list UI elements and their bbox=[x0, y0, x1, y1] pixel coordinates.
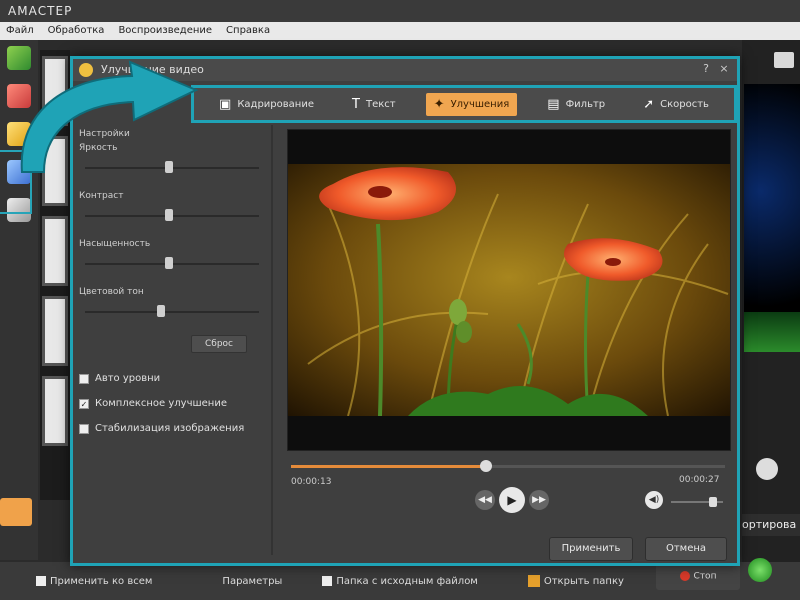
volume-knob[interactable] bbox=[708, 497, 717, 507]
params-button[interactable]: Параметры bbox=[222, 576, 282, 587]
open-folder-button[interactable]: Открыть папку bbox=[527, 575, 624, 587]
effects-icon bbox=[7, 46, 31, 70]
film-icon: ▤ bbox=[547, 96, 560, 112]
poppy-image bbox=[288, 164, 730, 416]
prev-frame-icon[interactable]: ◀◀ bbox=[475, 490, 495, 510]
video-preview bbox=[287, 129, 731, 451]
tool-text[interactable] bbox=[1, 84, 37, 108]
volume-slider[interactable] bbox=[671, 497, 723, 507]
cancel-button[interactable]: Отмена bbox=[645, 537, 727, 561]
playback-timeline[interactable] bbox=[291, 459, 725, 473]
saturation-slider[interactable] bbox=[79, 253, 269, 275]
slider-knob[interactable] bbox=[157, 305, 165, 317]
left-toolbar bbox=[0, 40, 38, 560]
apply-button[interactable]: Применить bbox=[549, 537, 633, 561]
slider-track bbox=[85, 311, 259, 313]
filmstrip-frame[interactable] bbox=[42, 136, 68, 206]
tool-highlight-frame bbox=[0, 150, 32, 214]
next-frame-icon[interactable]: ▶▶ bbox=[529, 490, 549, 510]
current-time: 00:00:13 bbox=[291, 477, 332, 487]
filmstrip bbox=[40, 50, 70, 500]
brightness-label: Яркость bbox=[79, 143, 118, 153]
timeline-knob[interactable] bbox=[480, 460, 493, 472]
stop-button[interactable]: Стоп bbox=[656, 562, 740, 590]
video-frame-poppies bbox=[288, 164, 730, 416]
menu-edit[interactable]: Обработка bbox=[48, 25, 105, 37]
checkbox-icon[interactable] bbox=[79, 423, 89, 434]
brightness-slider[interactable] bbox=[79, 157, 269, 179]
dialog-title: Улучшение видео bbox=[101, 63, 204, 76]
magic-wand-icon: ✦ bbox=[433, 96, 445, 112]
slider-knob[interactable] bbox=[165, 161, 173, 173]
app-titlebar: АМАСТЕР bbox=[0, 0, 800, 22]
close-icon[interactable]: × bbox=[717, 62, 731, 76]
checkbox-icon[interactable]: ✓ bbox=[79, 398, 89, 409]
checkbox-icon bbox=[36, 575, 46, 586]
app-title: АМАСТЕР bbox=[8, 4, 73, 18]
tab-speed[interactable]: ➚ Скорость bbox=[635, 93, 717, 116]
player-controls: ◀◀ ▶ ▶▶ bbox=[475, 487, 549, 513]
left-orange-button[interactable] bbox=[0, 498, 32, 526]
dialog-tabs: ▣ Кадрирование T Текст ✦ Улучшения ▤ Фил… bbox=[191, 85, 737, 123]
main-volume-icon[interactable] bbox=[756, 458, 778, 480]
hue-slider[interactable] bbox=[79, 301, 269, 323]
filmstrip-frame[interactable] bbox=[42, 216, 68, 286]
source-folder-option[interactable]: Папка с исходным файлом bbox=[322, 575, 478, 587]
text-icon: T bbox=[352, 96, 360, 112]
monitor-icon[interactable] bbox=[774, 52, 794, 68]
stabilize-option[interactable]: Стабилизация изображения bbox=[79, 423, 269, 434]
complex-enhance-option[interactable]: ✓ Комплексное улучшение bbox=[79, 398, 269, 409]
checkbox-icon[interactable] bbox=[79, 373, 89, 384]
auto-levels-option[interactable]: Авто уровни bbox=[79, 373, 269, 384]
menu-file[interactable]: Файл bbox=[6, 25, 34, 37]
volume-icon[interactable]: ◀) bbox=[645, 491, 663, 509]
record-icon bbox=[679, 571, 690, 581]
dialog-titlebar: Улучшение видео ? × bbox=[73, 59, 737, 81]
total-time: 00:00:27 bbox=[679, 475, 720, 485]
runner-icon: ➚ bbox=[643, 96, 655, 112]
contrast-label: Контраст bbox=[79, 191, 124, 201]
contrast-slider[interactable] bbox=[79, 205, 269, 227]
filmstrip-frame[interactable] bbox=[42, 296, 68, 366]
tab-filter[interactable]: ▤ Фильтр bbox=[539, 93, 613, 116]
right-panel-label: ортирова bbox=[742, 514, 800, 536]
help-icon[interactable]: ? bbox=[699, 62, 713, 76]
filmstrip-frame[interactable] bbox=[42, 56, 68, 126]
play-icon[interactable]: ▶ bbox=[499, 487, 525, 513]
tool-effects[interactable] bbox=[1, 46, 37, 70]
settings-heading: Настройки bbox=[79, 129, 130, 139]
tab-enhance[interactable]: ✦ Улучшения bbox=[425, 92, 518, 116]
hue-label: Цветовой тон bbox=[79, 287, 144, 297]
app-logo-icon bbox=[79, 63, 93, 77]
folder-icon bbox=[527, 575, 540, 587]
tab-crop[interactable]: ▣ Кадрирование bbox=[211, 93, 322, 116]
main-preview bbox=[744, 84, 800, 352]
enhance-icon bbox=[7, 122, 31, 146]
filmstrip-frame[interactable] bbox=[42, 376, 68, 446]
tab-text[interactable]: T Текст bbox=[344, 93, 404, 116]
panel-divider bbox=[271, 125, 273, 555]
text-tool-icon bbox=[7, 84, 31, 108]
apply-to-all-option[interactable]: Применить ко всем bbox=[36, 575, 152, 587]
convert-icon[interactable] bbox=[748, 558, 772, 582]
crop-icon: ▣ bbox=[219, 96, 232, 112]
saturation-label: Насыщенность bbox=[79, 239, 151, 249]
enhance-video-dialog: Улучшение видео ? × ▣ Кадрирование T Тек… bbox=[70, 56, 740, 566]
tool-enhance[interactable] bbox=[1, 122, 37, 146]
checkbox-icon bbox=[322, 575, 333, 586]
slider-knob[interactable] bbox=[165, 209, 173, 221]
menu-help[interactable]: Справка bbox=[226, 25, 270, 37]
timeline-progress bbox=[291, 465, 487, 468]
reset-button[interactable]: Сброс bbox=[191, 335, 247, 353]
menu-playback[interactable]: Воспроизведение bbox=[118, 25, 212, 37]
slider-knob[interactable] bbox=[165, 257, 173, 269]
enhance-controls: Настройки Яркость Контраст Насыщенность … bbox=[79, 129, 269, 539]
app-menubar: Файл Обработка Воспроизведение Справка bbox=[0, 22, 800, 40]
preview-foliage bbox=[744, 312, 800, 352]
